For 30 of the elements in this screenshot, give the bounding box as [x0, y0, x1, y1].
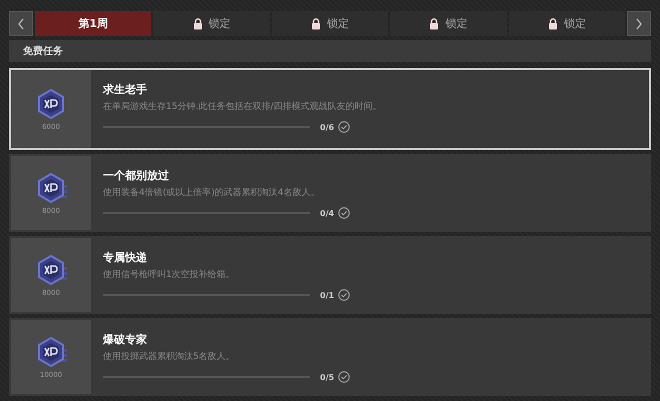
mission-description: 在单局游戏生存15分钟.此任务包括在双排/四排模式观战队友的时间。: [103, 100, 382, 113]
lock-icon: [311, 18, 322, 30]
lock-icon: [429, 18, 440, 30]
chevron-left-icon: [17, 18, 25, 30]
check-circle-icon: [338, 207, 350, 219]
mission-title: 求生老手: [103, 82, 148, 97]
progress-count: 0/1: [320, 290, 334, 300]
week-tab[interactable]: 锁定: [390, 11, 507, 36]
mission-description: 使用投掷武器累积淘汰5名敌人。: [103, 350, 236, 363]
progress-count: 0/4: [320, 208, 334, 218]
mission-title: 专属快递: [103, 250, 148, 265]
mission-description: 使用信号枪呼叫1次空投补给箱。: [103, 268, 236, 281]
progress-count: 0/5: [320, 372, 334, 382]
week-tab[interactable]: 锁定: [272, 11, 388, 36]
chevron-right-icon: [635, 18, 644, 30]
lock-icon: [548, 18, 558, 30]
lock-icon: [192, 18, 203, 30]
check-circle-icon: [338, 371, 350, 383]
week-tab[interactable]: 锁定: [508, 11, 626, 36]
mission-title: 爆破专家: [103, 332, 148, 347]
week-tab[interactable]: 锁定: [153, 11, 270, 36]
progress-count: 0/6: [320, 122, 334, 132]
check-circle-icon: [338, 121, 350, 133]
week-tab[interactable]: 第1周: [35, 11, 152, 36]
previous-button[interactable]: [9, 11, 33, 36]
section-title: 免费任务: [23, 44, 63, 58]
mission-description: 使用装备4倍镜(或以上倍率)的武器累积淘汰4名敌人。: [103, 186, 320, 199]
next-button[interactable]: [627, 11, 652, 36]
check-circle-icon: [338, 289, 350, 301]
mission-title: 一个都别放过: [103, 168, 170, 183]
